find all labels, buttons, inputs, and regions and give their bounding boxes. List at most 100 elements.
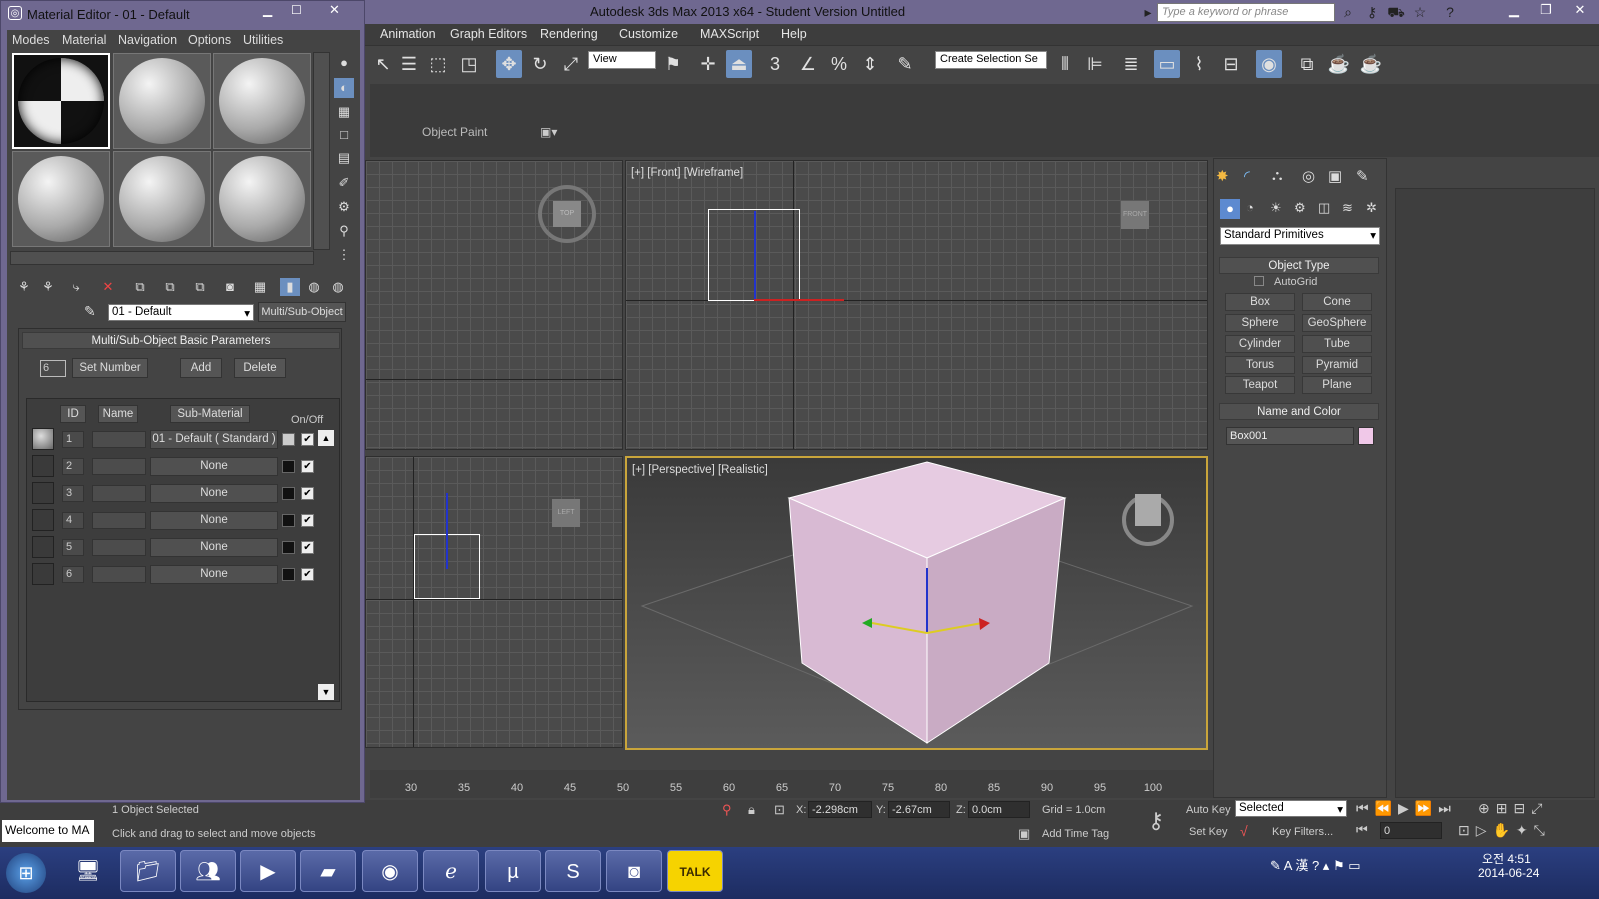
systems-icon[interactable]: ✲ — [1366, 200, 1377, 216]
maximize-icon[interactable]: ❐ — [1530, 0, 1562, 20]
viewport-front-label[interactable]: [+] [Front] [Wireframe] — [631, 167, 743, 179]
slots-hscrollbar[interactable] — [10, 251, 314, 265]
lock-icon[interactable]: 🔒︎ — [748, 802, 755, 818]
binoculars-icon[interactable]: ⌕ — [1338, 3, 1358, 21]
reset-map-icon[interactable]: ✕ — [98, 278, 118, 296]
teapot-button[interactable]: Teapot — [1225, 376, 1295, 394]
sample-slot-6[interactable] — [213, 151, 311, 247]
snap-toggle-icon[interactable]: 3 — [762, 50, 788, 78]
minimize-icon[interactable]: ▁ — [1498, 0, 1530, 20]
viewport-perspective[interactable]: [+] [Perspective] [Realistic] — [625, 456, 1208, 750]
create-tab-icon[interactable]: ✸ — [1216, 167, 1229, 185]
rect-select-icon[interactable]: ⬚ — [425, 50, 451, 78]
set-key-icon[interactable]: ⚷ — [1148, 808, 1164, 834]
sample-slot-2[interactable] — [113, 53, 211, 149]
sphere-button[interactable]: Sphere — [1225, 314, 1295, 332]
sample-slot-4[interactable] — [12, 151, 110, 247]
object-color-swatch[interactable] — [1358, 427, 1374, 445]
ribbon-options-icon[interactable]: ▣▾ — [540, 125, 557, 139]
options-icon[interactable]: ⚙ — [334, 197, 354, 217]
viewport-top[interactable]: TOP — [365, 160, 623, 450]
med-menu-navigation[interactable]: Navigation — [118, 33, 177, 47]
row-submaterial-button[interactable]: None — [150, 457, 278, 476]
nav-controls-icon[interactable]: ⊡▷✋✦⤡ — [1458, 822, 1551, 839]
keyboard-shortcut-icon[interactable]: ⏏ — [726, 50, 752, 78]
med-menu-options[interactable]: Options — [188, 33, 231, 47]
row-onoff-checkbox[interactable]: ✔ — [301, 433, 314, 446]
playback-controls-icon[interactable]: ⏮⏪▶⏩⏭ — [1356, 800, 1457, 817]
shapes-icon[interactable]: ◔ — [1246, 200, 1254, 215]
curve-editor-icon[interactable]: ⌇ — [1186, 50, 1212, 78]
set-number-button[interactable]: Set Number — [72, 358, 148, 378]
pivot-icon[interactable]: ⚑ — [660, 50, 686, 78]
make-preview-icon[interactable]: ✐ — [334, 173, 354, 193]
maxscript-listener[interactable]: Welcome to MA — [2, 820, 94, 842]
desktop-icon[interactable]: 🖥 — [60, 850, 116, 892]
render-icon[interactable]: ☕ — [1358, 50, 1384, 78]
add-button[interactable]: Add — [180, 358, 222, 378]
viewcube-top[interactable]: TOP — [553, 201, 581, 227]
edit-named-sel-icon[interactable]: ✎ — [892, 50, 918, 78]
menu-graph-editors[interactable]: Graph Editors — [450, 27, 527, 41]
row-color-swatch[interactable] — [282, 541, 295, 554]
layer-manager-icon[interactable]: ≣ — [1118, 50, 1144, 78]
window-crossing-icon[interactable]: ◳ — [456, 50, 482, 78]
hierarchy-tab-icon[interactable]: ⛬ — [1272, 167, 1283, 184]
sample-slot-3[interactable] — [213, 53, 311, 149]
viewport-front[interactable]: [+] [Front] [Wireframe] FRONT — [625, 160, 1208, 450]
name-color-rollout[interactable]: Name and Color — [1219, 403, 1379, 420]
select-icon[interactable]: ↖ — [370, 50, 396, 78]
clock-date[interactable]: 2014-06-24 — [1478, 866, 1539, 880]
close-icon[interactable]: ✕ — [1564, 0, 1596, 20]
rendered-frame-icon[interactable]: ☕ — [1326, 50, 1352, 78]
name-column-header[interactable]: Name — [98, 405, 138, 423]
mirror-icon[interactable]: ⫴ — [1052, 50, 1078, 78]
go-forward-sibling-icon[interactable]: ◍ — [328, 278, 348, 296]
key-mode-dropdown[interactable]: Selected ▾ — [1235, 800, 1347, 817]
graphite-ribbon-icon[interactable]: ▭ — [1154, 50, 1180, 78]
goto-start-icon[interactable]: ⏮ — [1356, 822, 1368, 838]
row-submaterial-button[interactable]: None — [150, 511, 278, 530]
cart-icon[interactable]: ⛟ — [1386, 3, 1406, 21]
med-close-icon[interactable]: ✕ — [329, 2, 340, 18]
cone-button[interactable]: Cone — [1302, 293, 1372, 311]
row-onoff-checkbox[interactable]: ✔ — [301, 541, 314, 554]
med-menu-material[interactable]: Material — [62, 33, 106, 47]
row-color-swatch[interactable] — [282, 568, 295, 581]
pyramid-button[interactable]: Pyramid — [1302, 356, 1372, 374]
material-navigator-icon[interactable]: ⋮ — [334, 245, 354, 265]
material-editor-icon[interactable]: ◉ — [1256, 50, 1282, 78]
users-icon[interactable]: 👥︎ — [180, 850, 236, 892]
menu-maxscript[interactable]: MAXScript — [700, 27, 759, 41]
category-dropdown[interactable]: Standard Primitives ▾ — [1220, 227, 1380, 245]
scale-icon[interactable]: ⤢ — [558, 50, 584, 78]
absolute-mode-icon[interactable]: ⊡ — [774, 802, 785, 818]
set-key-button[interactable]: Set Key — [1189, 826, 1228, 838]
help-icon[interactable]: ? — [1440, 3, 1460, 21]
number-of-materials-field[interactable]: 6 — [40, 360, 66, 377]
row-submaterial-button[interactable]: 01 - Default ( Standard ) — [150, 430, 278, 449]
slots-vscrollbar[interactable] — [313, 52, 330, 250]
pick-material-icon[interactable]: ✎ — [84, 303, 96, 320]
rotate-icon[interactable]: ↻ — [527, 50, 553, 78]
star-icon[interactable]: ☆ — [1410, 3, 1430, 21]
row-onoff-checkbox[interactable]: ✔ — [301, 487, 314, 500]
angle-snap-icon[interactable]: ∠ — [795, 50, 821, 78]
id-column-header[interactable]: ID — [60, 405, 86, 423]
object-type-rollout[interactable]: Object Type — [1219, 257, 1379, 274]
reference-coord-dropdown[interactable]: View — [588, 51, 656, 69]
material-name-dropdown[interactable]: 01 - Default ▾ — [108, 304, 254, 321]
lights-icon[interactable]: ☀ — [1270, 200, 1282, 216]
clock-time[interactable]: 오전 4:51 — [1482, 850, 1531, 867]
tube-button[interactable]: Tube — [1302, 335, 1372, 353]
uv-tiling-icon[interactable]: □ — [334, 125, 354, 145]
material-type-button[interactable]: Multi/Sub-Object — [258, 302, 346, 322]
row-submaterial-button[interactable]: None — [150, 538, 278, 557]
box-button[interactable]: Box — [1225, 293, 1295, 311]
row-name-field[interactable] — [92, 566, 146, 583]
med-maximize-icon[interactable]: ☐ — [291, 3, 302, 17]
explorer-icon[interactable]: 📁︎ — [120, 850, 176, 892]
backlight-icon[interactable]: ◐ — [334, 78, 354, 98]
key-filters-button[interactable]: Key Filters... — [1272, 826, 1333, 838]
geosphere-button[interactable]: GeoSphere — [1302, 314, 1372, 332]
